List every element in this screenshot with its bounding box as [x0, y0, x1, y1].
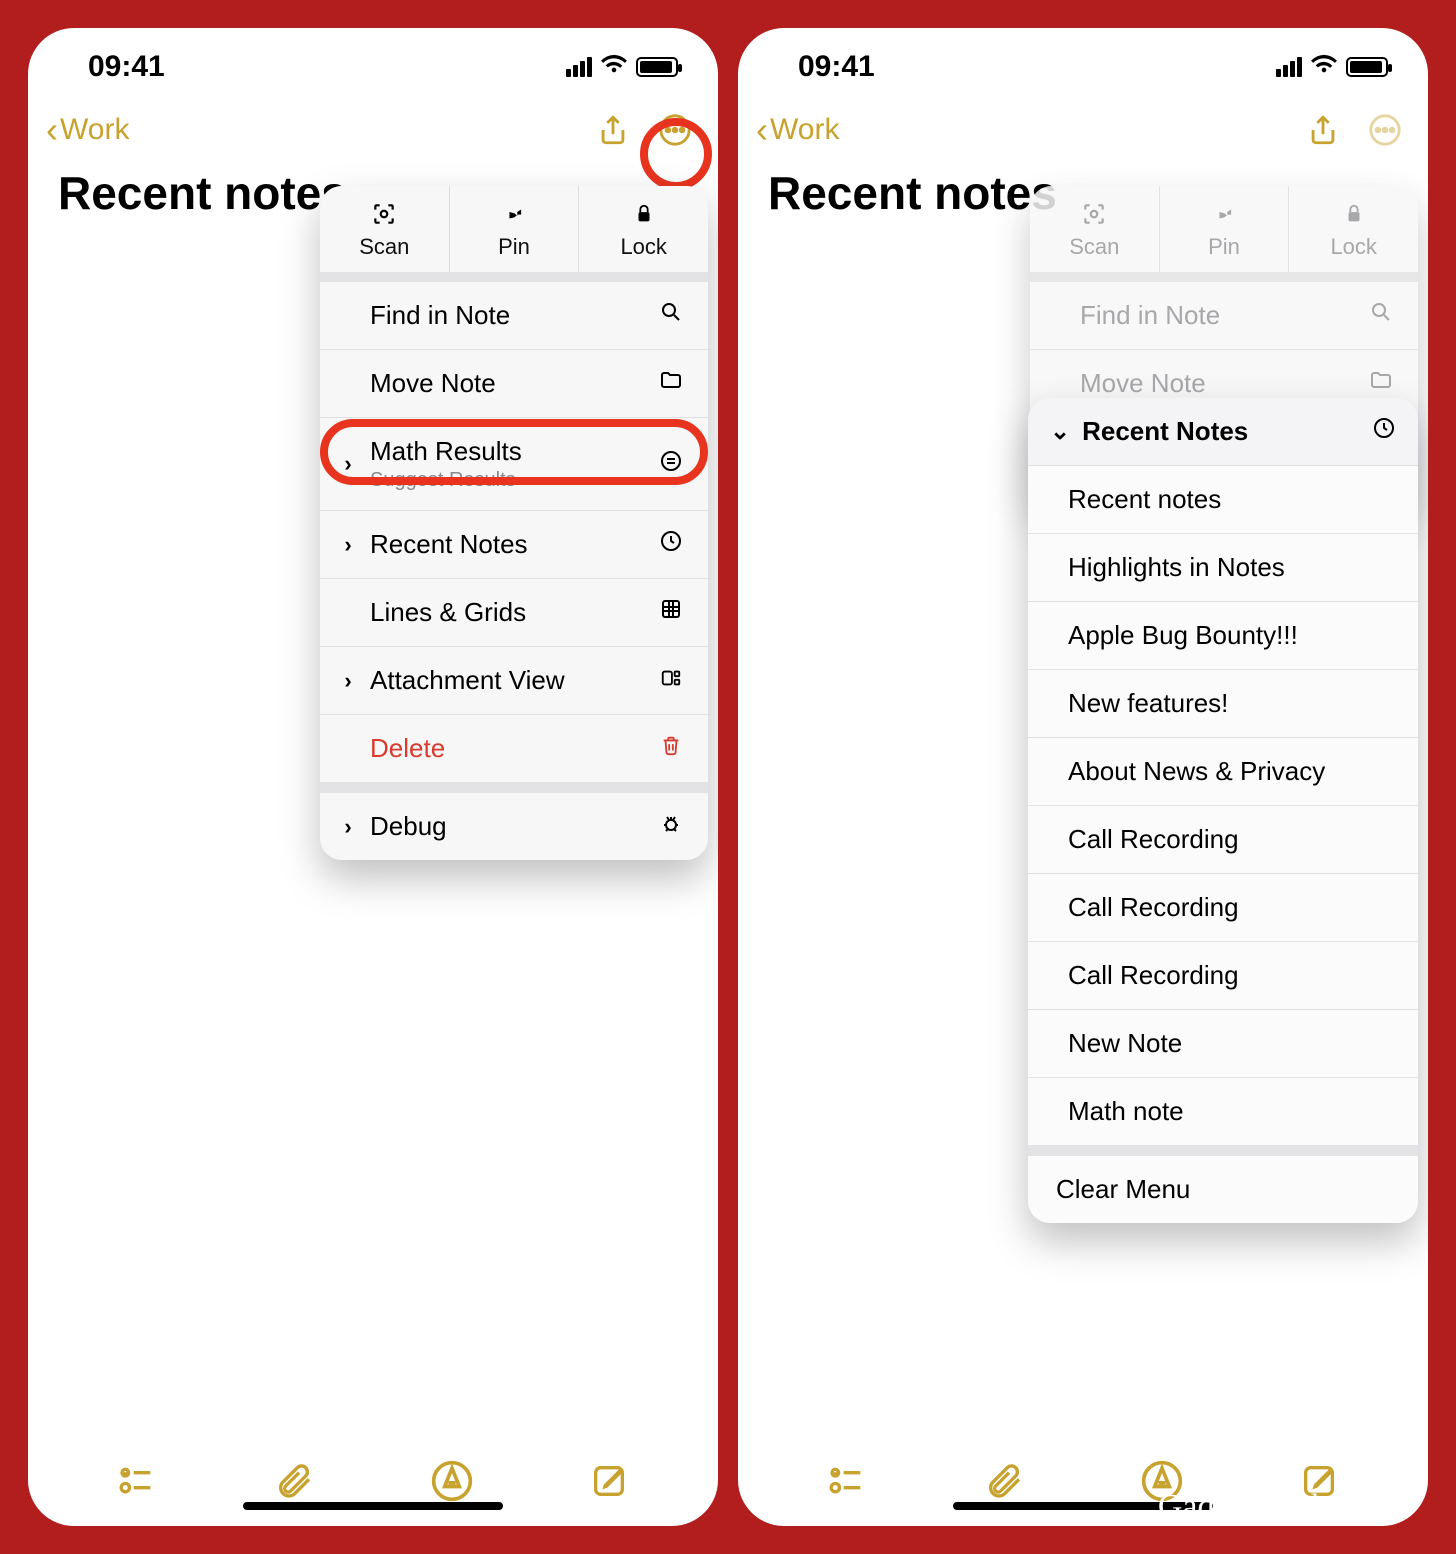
submenu-item[interactable]: Recent notes	[1028, 465, 1418, 533]
folder-icon	[1366, 368, 1396, 399]
menu-attachment-view[interactable]: › Attachment View	[320, 647, 708, 715]
status-bar: 09:41	[28, 28, 718, 88]
phone-left: 09:41 ‹ Work Rec	[28, 28, 718, 1526]
scan-icon	[1030, 200, 1159, 228]
nav-bar: ‹ Work	[28, 88, 718, 156]
menu-pin: Pin	[1160, 186, 1290, 272]
scan-icon	[320, 200, 449, 228]
chevron-right-icon: ›	[338, 814, 358, 840]
checklist-icon[interactable]	[113, 1457, 161, 1505]
menu-scan[interactable]: Scan	[320, 186, 450, 272]
nav-bar: ‹ Work	[738, 88, 1428, 156]
submenu-item[interactable]: Call Recording	[1028, 873, 1418, 941]
credit-text: GadgetHacks.com	[1158, 1488, 1408, 1526]
equals-icon	[656, 449, 686, 480]
grid-icon	[656, 597, 686, 628]
submenu-item[interactable]: New Note	[1028, 1009, 1418, 1077]
phone-right: 09:41 ‹ Work Rec	[738, 28, 1428, 1526]
search-icon	[1366, 300, 1396, 331]
attachment-icon[interactable]	[980, 1457, 1028, 1505]
lock-icon	[579, 200, 708, 228]
submenu-header[interactable]: ⌄ Recent Notes	[1028, 398, 1418, 465]
wifi-icon	[600, 49, 628, 85]
chevron-left-icon: ‹	[756, 112, 768, 148]
back-label: Work	[60, 113, 129, 147]
chevron-right-icon: ›	[338, 451, 358, 477]
chevron-left-icon: ‹	[46, 112, 58, 148]
recent-notes-submenu: ⌄ Recent Notes Recent notes Highlights i…	[1028, 398, 1418, 1223]
more-icon[interactable]	[1368, 113, 1402, 147]
folder-icon	[656, 368, 686, 399]
battery-icon	[1346, 57, 1388, 77]
submenu-item[interactable]: New features!	[1028, 669, 1418, 737]
menu-lock: Lock	[1289, 186, 1418, 272]
menu-pin[interactable]: Pin	[450, 186, 580, 272]
bottom-toolbar	[28, 1436, 718, 1526]
submenu-item[interactable]: Highlights in Notes	[1028, 533, 1418, 601]
menu-scan: Scan	[1030, 186, 1160, 272]
submenu-item[interactable]: Math note	[1028, 1077, 1418, 1145]
menu-lines-grids[interactable]: Lines & Grids	[320, 579, 708, 647]
cellular-icon	[566, 57, 592, 77]
status-bar: 09:41	[738, 28, 1428, 88]
lock-icon	[1289, 200, 1418, 228]
back-button[interactable]: ‹ Work	[46, 112, 129, 148]
share-icon[interactable]	[596, 113, 630, 147]
clock-icon	[1372, 416, 1396, 447]
menu-debug[interactable]: › Debug	[320, 793, 708, 860]
menu-find-in-note: Find in Note	[1030, 282, 1418, 350]
submenu-item[interactable]: Apple Bug Bounty!!!	[1028, 601, 1418, 669]
compose-icon[interactable]	[585, 1457, 633, 1505]
attachment-icon[interactable]	[270, 1457, 318, 1505]
menu-delete[interactable]: Delete	[320, 715, 708, 783]
checklist-icon[interactable]	[823, 1457, 871, 1505]
status-time: 09:41	[88, 50, 165, 84]
submenu-clear[interactable]: Clear Menu	[1028, 1155, 1418, 1223]
chevron-right-icon: ›	[338, 532, 358, 558]
menu-math-results[interactable]: › Math Results Suggest Results	[320, 418, 708, 511]
chevron-right-icon: ›	[338, 668, 358, 694]
layout-icon	[656, 665, 686, 696]
menu-lock[interactable]: Lock	[579, 186, 708, 272]
pin-icon	[1160, 200, 1289, 228]
more-icon[interactable]	[658, 113, 692, 147]
submenu-item[interactable]: Call Recording	[1028, 805, 1418, 873]
pin-icon	[450, 200, 579, 228]
menu-recent-notes[interactable]: › Recent Notes	[320, 511, 708, 579]
pencil-tip-icon[interactable]	[428, 1457, 476, 1505]
context-menu: Scan Pin Lock	[320, 186, 708, 860]
search-icon	[656, 300, 686, 331]
battery-icon	[636, 57, 678, 77]
clock-icon	[656, 529, 686, 560]
share-icon[interactable]	[1306, 113, 1340, 147]
wifi-icon	[1310, 49, 1338, 85]
cellular-icon	[1276, 57, 1302, 77]
home-indicator	[243, 1502, 503, 1510]
chevron-down-icon: ⌄	[1050, 417, 1070, 446]
back-button[interactable]: ‹ Work	[756, 112, 839, 148]
back-label: Work	[770, 113, 839, 147]
bug-icon	[656, 811, 686, 842]
menu-move-note[interactable]: Move Note	[320, 350, 708, 418]
submenu-item[interactable]: About News & Privacy	[1028, 737, 1418, 805]
menu-find-in-note[interactable]: Find in Note	[320, 282, 708, 350]
status-time: 09:41	[798, 50, 875, 84]
submenu-item[interactable]: Call Recording	[1028, 941, 1418, 1009]
trash-icon	[656, 733, 686, 764]
